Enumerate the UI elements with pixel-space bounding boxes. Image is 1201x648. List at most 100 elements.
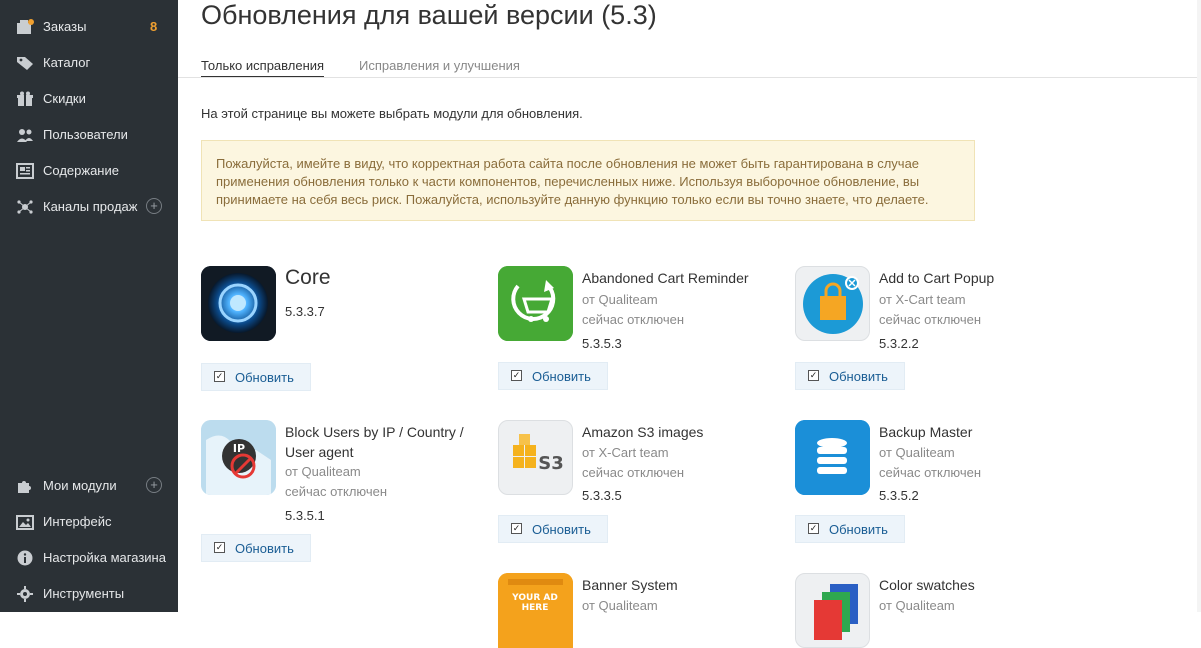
update-button[interactable]: ✓ Обновить [498, 515, 608, 543]
module-status: сейчас отключен [285, 484, 388, 499]
update-button[interactable]: ✓ Обновить [795, 362, 905, 390]
module-name-line: Block Users by IP / Country / [285, 424, 464, 440]
tabs-divider [178, 77, 1201, 78]
gear-icon [17, 586, 33, 602]
warning-box: Пожалуйста, имейте в виду, что корректна… [201, 140, 975, 221]
add-sales-channel-icon[interactable]: + [146, 198, 162, 214]
module-version: 5.3.3.7 [285, 304, 325, 319]
warning-line: Пожалуйста, имейте в виду, что корректна… [216, 156, 920, 171]
gift-icon [17, 91, 33, 106]
checkbox-checked-icon[interactable]: ✓ [511, 370, 522, 381]
update-button[interactable]: ✓ Обновить [201, 363, 311, 391]
module-card-backup-master: Backup Master от Qualiteam сейчас отключ… [795, 420, 1085, 550]
module-name: Backup Master [879, 424, 973, 440]
core-icon [201, 266, 276, 341]
module-version: 5.3.3.5 [582, 488, 622, 503]
update-button[interactable]: ✓ Обновить [795, 515, 905, 543]
sidebar-item-catalog[interactable]: Каталог [0, 48, 178, 78]
module-name: Core [285, 266, 331, 289]
update-button[interactable]: ✓ Обновить [201, 534, 311, 562]
tab-fixes-and-improvements[interactable]: Исправления и улучшения [359, 58, 520, 73]
module-card-banner-system: YOUR AD HERE Banner System от Qualiteam [498, 573, 788, 648]
sales-channels-icon [17, 200, 33, 214]
cart-reminder-icon [498, 266, 573, 341]
image-icon [16, 515, 34, 530]
sidebar-item-orders[interactable]: Заказы 8 [0, 12, 178, 42]
update-button-label: Обновить [829, 522, 888, 537]
block-ip-icon: IP [201, 420, 276, 495]
module-name: Abandoned Cart Reminder [582, 270, 749, 286]
color-swatches-icon [795, 573, 870, 648]
module-status: сейчас отключен [582, 465, 685, 480]
sidebar-item-store-settings[interactable]: Настройка магазина [0, 543, 178, 573]
info-icon [17, 550, 33, 566]
scrollbar[interactable] [1197, 0, 1201, 612]
sidebar-item-label: Настройка магазина [43, 550, 166, 565]
update-button-label: Обновить [532, 522, 591, 537]
module-author: от Qualiteam [582, 292, 658, 307]
main-content: Обновления для вашей версии (5.3) Только… [178, 0, 1201, 648]
sidebar-item-label: Каталог [43, 55, 91, 70]
sidebar-item-label: Скидки [43, 91, 86, 106]
s3-icon: S3 [498, 420, 573, 495]
page-title: Обновления для вашей версии (5.3) [201, 0, 657, 30]
sidebar-item-label: Мои модули [43, 478, 117, 493]
module-author: от Qualiteam [879, 598, 955, 613]
module-author: от Qualiteam [582, 598, 658, 613]
add-module-icon[interactable]: + [146, 477, 162, 493]
users-icon [17, 129, 33, 142]
cart-popup-icon [795, 266, 870, 341]
tab-fixes-only[interactable]: Только исправления [201, 58, 325, 78]
checkbox-checked-icon[interactable]: ✓ [808, 523, 819, 534]
update-button[interactable]: ✓ Обновить [498, 362, 608, 390]
module-card-core: Core 5.3.3.7 ✓ Обновить [201, 266, 491, 396]
warning-line: применения обновления только к части ком… [216, 174, 920, 189]
sidebar-item-sales-channels[interactable]: Каналы продаж + [0, 192, 178, 222]
sidebar: Заказы 8 Каталог Скидки Пользователи Сод… [0, 0, 178, 612]
module-version: 5.3.5.1 [285, 508, 325, 523]
puzzle-icon [18, 481, 31, 493]
module-author: от Qualiteam [285, 464, 361, 479]
banner-icon-text: YOUR AD [511, 593, 558, 603]
s3-icon-text: S3 [538, 453, 564, 474]
svg-text:IP: IP [233, 442, 245, 455]
module-version: 5.3.5.2 [879, 488, 919, 503]
module-status: сейчас отключен [879, 465, 982, 480]
update-button-label: Обновить [829, 369, 888, 384]
module-version: 5.3.2.2 [879, 336, 919, 351]
update-button-label: Обновить [235, 370, 294, 385]
module-card-color-swatches: Color swatches от Qualiteam [795, 573, 1085, 648]
sidebar-item-label: Заказы [43, 19, 87, 34]
module-name-line: User agent [285, 444, 354, 460]
update-button-label: Обновить [532, 369, 591, 384]
module-card-add-to-cart-popup: Add to Cart Popup от X-Cart team сейчас … [795, 266, 1085, 396]
module-author: от X-Cart team [879, 292, 966, 307]
tag-icon [17, 57, 33, 70]
intro-text: На этой странице вы можете выбрать модул… [201, 106, 583, 121]
sidebar-item-content[interactable]: Содержание [0, 156, 178, 186]
module-author: от X-Cart team [582, 445, 669, 460]
module-card-amazon-s3: S3 Amazon S3 images от X-Cart team сейча… [498, 420, 788, 550]
sidebar-item-users[interactable]: Пользователи [0, 120, 178, 150]
module-name: Amazon S3 images [582, 424, 704, 440]
sidebar-item-interface[interactable]: Интерфейс [0, 507, 178, 537]
checkbox-checked-icon[interactable]: ✓ [214, 542, 225, 553]
checkbox-checked-icon[interactable]: ✓ [214, 371, 225, 382]
sidebar-item-label: Инструменты [43, 586, 125, 601]
sidebar-item-my-modules[interactable]: Мои модули + [0, 471, 178, 501]
sidebar-item-label: Пользователи [43, 127, 128, 142]
module-status: сейчас отключен [582, 312, 685, 327]
database-icon [795, 420, 870, 495]
module-name: Color swatches [879, 577, 975, 593]
sidebar-item-label: Каналы продаж [43, 199, 138, 214]
sidebar-item-tools[interactable]: Инструменты [0, 579, 178, 609]
module-card-block-users: IP Block Users by IP / Country / User ag… [201, 420, 491, 565]
sidebar-item-label: Интерфейс [43, 514, 112, 529]
warning-line: принимаете на себя весь риск. Пожалуйста… [216, 192, 929, 207]
module-author: от Qualiteam [879, 445, 955, 460]
checkbox-checked-icon[interactable]: ✓ [808, 370, 819, 381]
checkbox-checked-icon[interactable]: ✓ [511, 523, 522, 534]
banner-icon: YOUR AD HERE [498, 573, 573, 648]
sidebar-item-discounts[interactable]: Скидки [0, 84, 178, 114]
module-name: Block Users by IP / Country / User agent [285, 422, 464, 462]
